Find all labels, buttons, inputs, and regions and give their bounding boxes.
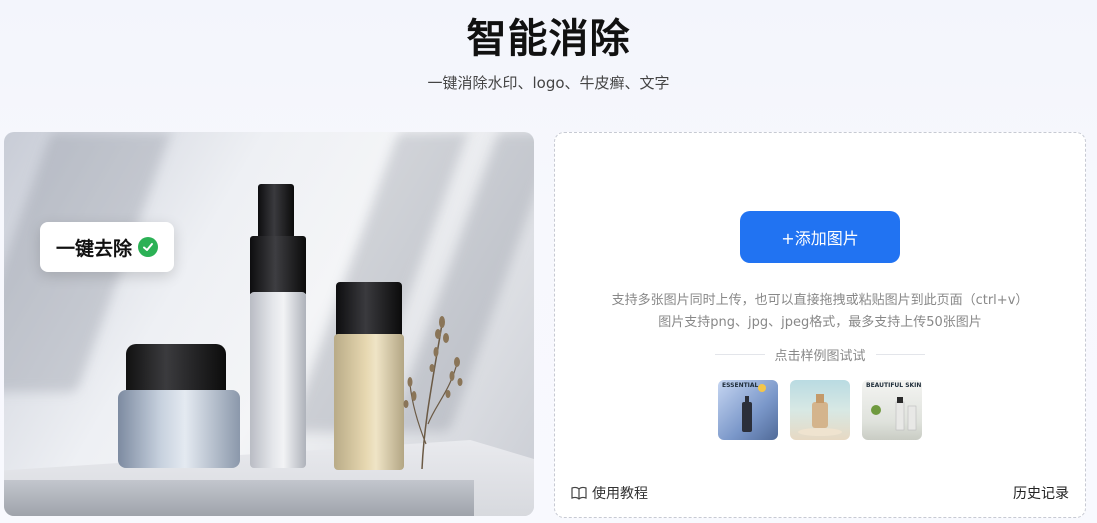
dried-plant-icon (403, 316, 463, 470)
page-title: 智能消除 (466, 16, 631, 62)
small-bottle-body (334, 334, 404, 470)
page-subtitle: 一键消除水印、logo、牛皮癣、文字 (427, 74, 670, 92)
history-link[interactable]: 历史记录 (1013, 483, 1069, 503)
small-bottle-cap (336, 282, 402, 338)
preview-image: 一键去除 (4, 132, 534, 516)
tutorial-link[interactable]: 使用教程 (571, 483, 648, 503)
jar-cap (126, 344, 226, 394)
sample-divider: 点击样例图试试 (715, 345, 926, 364)
sample-thumbnails: ESSENTIAL BEAUTIFUL SKIN (718, 380, 922, 440)
tall-bottle-body (250, 292, 306, 468)
sample-thumbnail[interactable]: BEAUTIFUL SKIN (862, 380, 922, 440)
one-click-remove-badge: 一键去除 (40, 222, 174, 272)
format-hint: 图片支持png、jpg、jpeg格式，最多支持上传50张图片 (658, 315, 982, 330)
upload-hint: 支持多张图片同时上传，也可以直接拖拽或粘贴图片到此页面（ctrl+v） (611, 293, 1029, 308)
badge-label: 一键去除 (55, 237, 132, 260)
book-icon (571, 486, 587, 500)
divider-line (715, 354, 765, 355)
sample-thumbnail[interactable] (790, 380, 850, 440)
check-icon (138, 237, 158, 257)
upload-dropzone[interactable]: +添加图片 支持多张图片同时上传，也可以直接拖拽或粘贴图片到此页面（ctrl+v… (554, 132, 1086, 518)
divider-line (875, 354, 926, 355)
tall-bottle-cap-top (258, 184, 294, 240)
jar-body (118, 390, 240, 468)
tutorial-label: 使用教程 (592, 486, 648, 502)
sample-label: 点击样例图试试 (774, 349, 866, 364)
tall-bottle-cap (250, 236, 306, 296)
sample-thumbnail[interactable]: ESSENTIAL (718, 380, 778, 440)
add-image-button[interactable]: +添加图片 (740, 211, 900, 263)
